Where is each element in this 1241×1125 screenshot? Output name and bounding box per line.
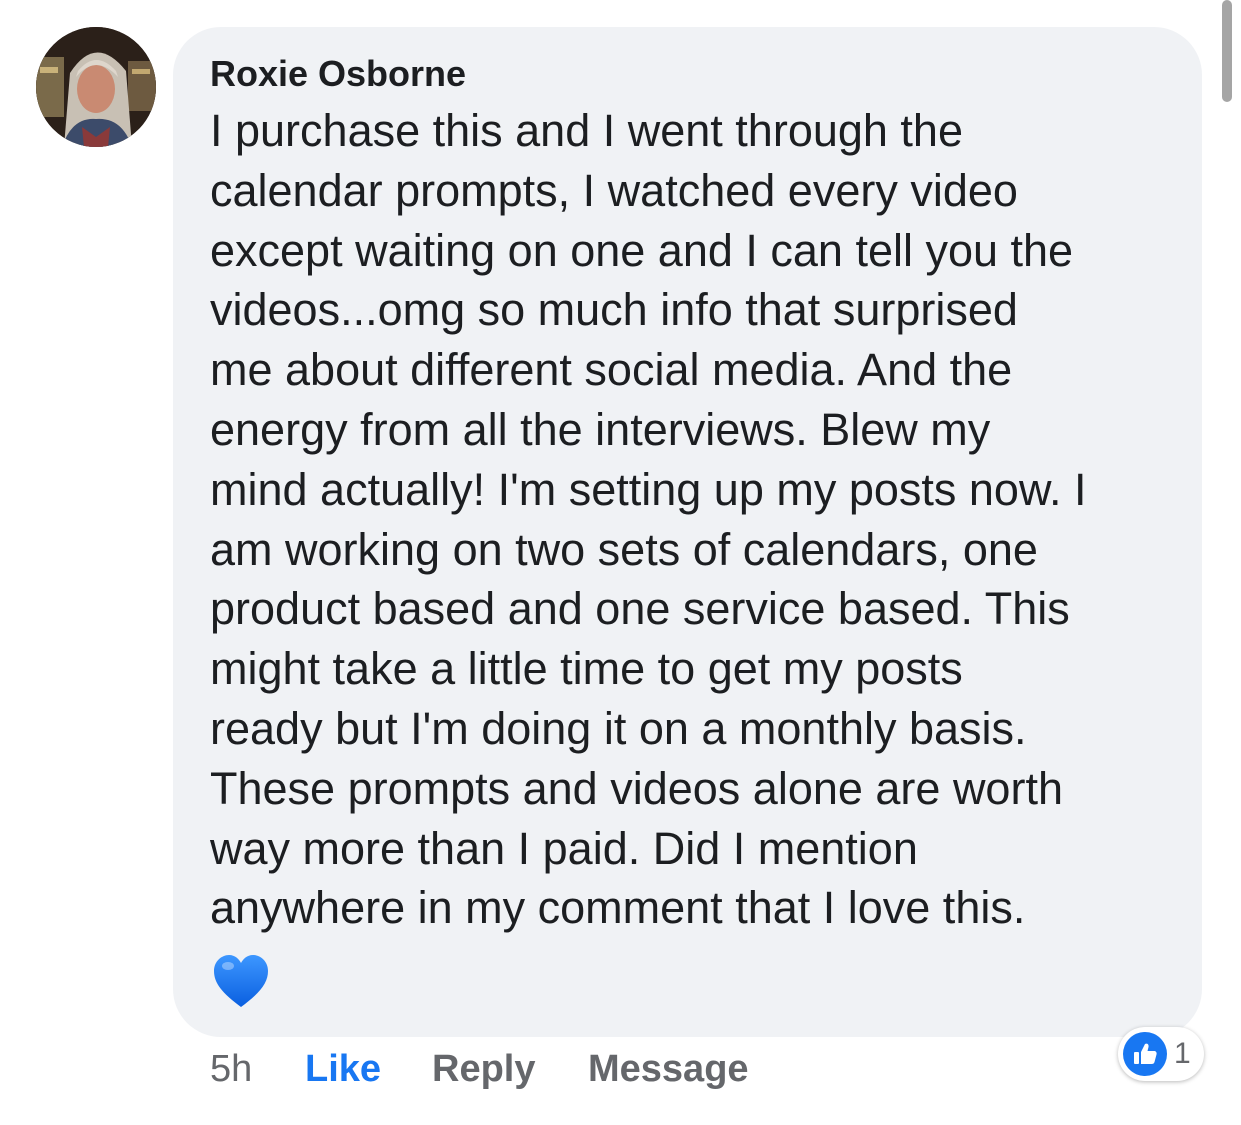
comment-line: might take a little time to get my posts — [210, 643, 963, 695]
comment-line: videos...omg so much info that surprised — [210, 284, 1018, 336]
comment-line: am working on two sets of calendars, one — [210, 523, 1038, 575]
message-button[interactable]: Message — [588, 1046, 749, 1092]
like-button[interactable]: Like — [305, 1046, 381, 1092]
comment-line: calendar prompts, I watched every video — [210, 164, 1018, 216]
reply-button[interactable]: Reply — [432, 1046, 535, 1092]
avatar[interactable] — [36, 27, 156, 147]
comment-line: anywhere in my comment that I love this. — [210, 882, 1026, 934]
reaction-summary[interactable]: 1 — [1118, 1027, 1204, 1081]
comment-line: These prompts and videos alone are worth — [210, 762, 1063, 814]
comment-line: except waiting on one and I can tell you… — [210, 224, 1074, 276]
comment-line: I purchase this and I went through the — [210, 105, 963, 156]
comment-line: way more than I paid. Did I mention — [210, 822, 918, 874]
reaction-count: 1 — [1174, 1037, 1191, 1070]
comment-line: mind actually! I'm setting up my posts n… — [210, 463, 1087, 515]
comment-author[interactable]: Roxie Osborne — [210, 54, 466, 94]
comment-line: product based and one service based. Thi… — [210, 583, 1070, 635]
scrollbar[interactable] — [1222, 0, 1232, 102]
comment-text: I purchase this and I went through the c… — [210, 101, 1185, 938]
comment-timestamp[interactable]: 5h — [210, 1046, 252, 1092]
comment-line: ready but I'm doing it on a monthly basi… — [210, 702, 1027, 754]
comment-line: energy from all the interviews. Blew my — [210, 403, 991, 455]
comment-line: me about different social media. And the — [210, 344, 1013, 396]
blue-heart-icon — [212, 953, 270, 1011]
thumbs-up-icon — [1123, 1032, 1167, 1076]
